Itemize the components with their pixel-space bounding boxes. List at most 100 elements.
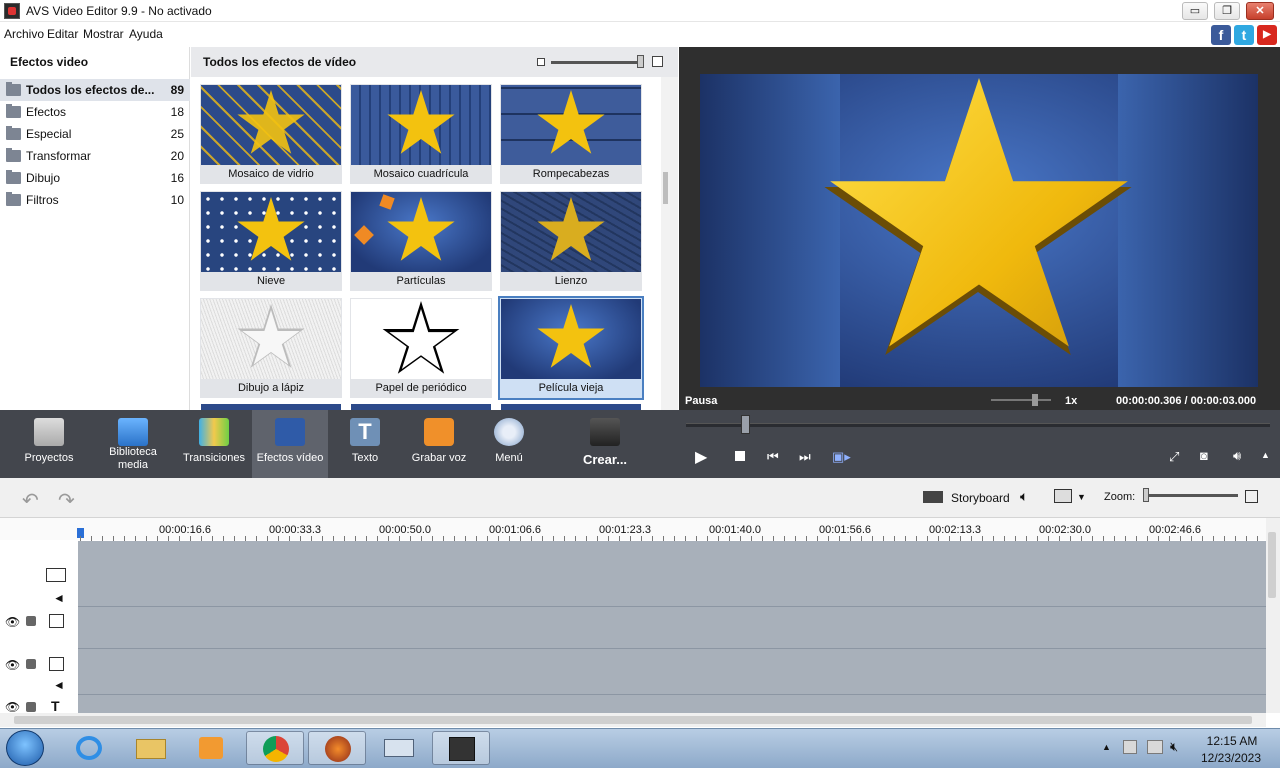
fit-timeline-icon[interactable] [1245,490,1258,503]
timeline-tracks[interactable] [78,541,1266,713]
zoom-slider-handle[interactable] [1143,488,1149,502]
menu-ayuda[interactable]: Ayuda [129,27,163,41]
category-all[interactable]: Todos los efectos de... 89 [0,79,190,101]
thumbnail-size-slider[interactable] [551,61,643,64]
category-transformar[interactable]: Transformar 20 [0,145,190,167]
effects-scrollbar[interactable] [661,77,678,410]
volume-menu-icon[interactable]: ▲ [1261,450,1270,460]
lock-icon[interactable] [26,659,36,669]
slider-handle[interactable] [637,55,644,68]
seek-handle[interactable] [741,415,750,434]
visibility-eye-icon[interactable]: 👁︎ [5,658,20,672]
category-label: Transformar [26,149,91,163]
maximize-button[interactable]: ❐ [1214,2,1240,20]
visibility-eye-icon[interactable]: 👁︎ [5,700,20,714]
chrome-icon[interactable] [246,731,304,765]
fullscreen-icon[interactable]: ⤢ [1169,449,1179,465]
tool-label: Biblioteca media [109,446,157,471]
close-button[interactable]: ✕ [1246,2,1274,20]
display-mode-dropdown-icon[interactable]: ▼ [1077,492,1086,502]
timeline-hscroll-thumb[interactable] [14,716,1252,724]
effects-track-icon [49,614,64,628]
effect-label: Rompecabezas [532,168,610,180]
keyboard-app-icon[interactable] [370,731,428,765]
tool-grabar-voz[interactable]: Grabar voz [404,410,474,478]
effect-tile-mosaico-vidrio[interactable]: Mosaico de vidrio [200,84,342,184]
effect-tile-lienzo[interactable]: Lienzo [500,191,642,291]
redo-icon[interactable]: ↷ [58,488,75,513]
effects-category-panel: Efectos video Todos los efectos de... 89… [0,47,190,410]
seek-bar[interactable] [686,423,1270,427]
effect-tile-papel-periodico[interactable]: Papel de periódico [350,298,492,398]
tool-texto[interactable]: T Texto [334,410,396,478]
effect-tile-mosaico-cuadricula[interactable]: Mosaico cuadrícula [350,84,492,184]
timeline-toolbar [0,478,1280,518]
tool-label: Transiciones [183,452,245,464]
network-icon[interactable] [1147,740,1163,754]
lock-icon[interactable] [26,702,36,712]
undo-icon[interactable]: ↶ [22,488,39,513]
storyboard-icon[interactable] [923,491,943,503]
volume-icon[interactable]: 🔊︎ [1233,448,1241,464]
ruler-tick-label: 00:00:50.0 [379,524,431,536]
storyboard-button[interactable]: Storyboard [951,491,1010,505]
category-especial[interactable]: Especial 25 [0,123,190,145]
speed-slider[interactable] [991,399,1051,401]
menu-mostrar[interactable]: Mostrar [83,27,124,41]
play-icon[interactable]: ▶ [695,447,707,467]
firefox-icon[interactable] [308,731,366,765]
file-explorer-icon[interactable] [122,731,180,765]
clock-date[interactable]: 12/23/2023 [1198,751,1264,765]
internet-explorer-icon[interactable] [60,731,118,765]
effect-thumbnail [501,299,641,379]
youtube-icon[interactable]: ▶ [1257,25,1277,45]
effect-tile-rompecabezas[interactable]: Rompecabezas [500,84,642,184]
minimize-button[interactable]: ▭ [1182,2,1208,20]
category-dibujo[interactable]: Dibujo 16 [0,167,190,189]
effects-scroll-thumb[interactable] [663,172,668,204]
effect-tile-pelicula-vieja[interactable]: Película vieja [498,296,644,400]
category-efectos[interactable]: Efectos 18 [0,101,190,123]
menu-archivo[interactable]: Archivo [4,27,44,41]
visibility-eye-icon[interactable]: 👁︎ [5,615,20,629]
snapshot-camera-icon[interactable]: ◙ [1200,448,1208,463]
timeline-vscroll-thumb[interactable] [1268,532,1276,598]
effect-tile-nieve[interactable]: Nieve [200,191,342,291]
clock-time[interactable]: 12:15 AM [1202,734,1262,748]
transition-icon [199,418,229,446]
zoom-slider[interactable] [1146,494,1238,497]
menu-editar[interactable]: Editar [47,27,78,41]
twitter-icon[interactable]: t [1234,25,1254,45]
media-player-icon[interactable] [182,731,240,765]
category-count: 16 [170,171,184,185]
tool-proyectos[interactable]: Proyectos [14,410,84,478]
display-mode-icon[interactable] [1054,489,1072,503]
volume-muted-icon[interactable]: 🔇︎ [1170,739,1178,755]
tool-biblioteca-media[interactable]: Biblioteca media [98,410,168,478]
audio-mixer-icon[interactable]: 🔈︎ [1020,488,1028,505]
effect-tile-particulas[interactable]: Partículas [350,191,492,291]
effect-tile-dibujo-lapiz[interactable]: Dibujo a lápiz [200,298,342,398]
star-icon [237,197,305,261]
tool-transiciones[interactable]: Transiciones [178,410,250,478]
tool-efectos-video[interactable]: Efectos vídeo [252,410,328,478]
category-count: 20 [170,149,184,163]
overlay-track-icon [49,657,64,671]
split-icon[interactable]: ▣▸ [832,449,851,465]
speed-slider-handle[interactable] [1032,394,1038,406]
avs-video-editor-taskbar-icon[interactable] [432,731,490,765]
action-center-icon[interactable] [1123,740,1137,754]
video-preview[interactable] [700,74,1258,387]
small-thumbnail-icon[interactable] [537,58,545,66]
stop-icon[interactable] [735,451,745,461]
next-frame-icon[interactable]: ⏭ [799,449,811,465]
large-thumbnail-icon[interactable] [652,56,663,67]
lock-icon[interactable] [26,616,36,626]
facebook-icon[interactable]: f [1211,25,1231,45]
tool-crear[interactable]: Crear... [570,410,640,478]
category-filtros[interactable]: Filtros 10 [0,189,190,211]
show-hidden-icons[interactable]: ▲ [1102,742,1111,752]
start-button[interactable] [6,730,44,766]
tool-menu[interactable]: Menú [482,410,536,478]
previous-frame-icon[interactable]: ⏮ [767,449,779,465]
